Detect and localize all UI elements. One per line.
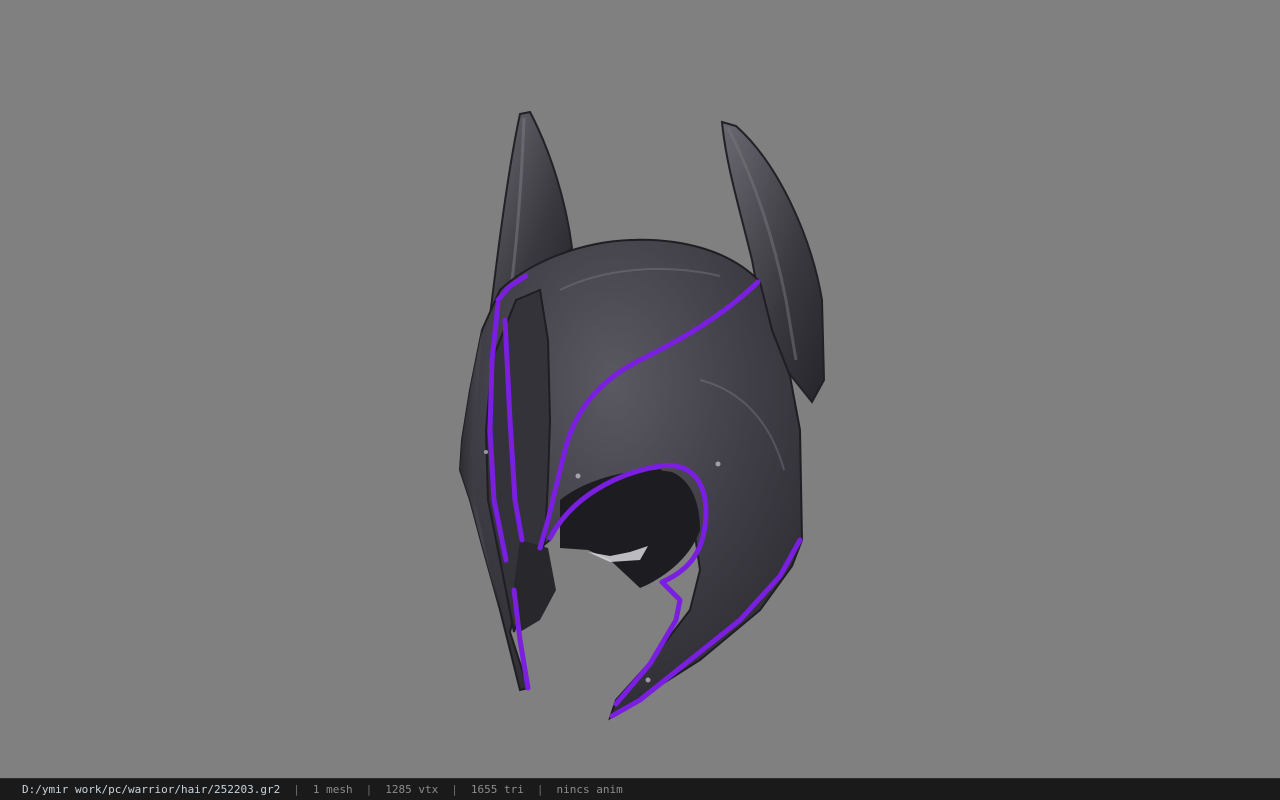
helmet-model-icon xyxy=(458,110,826,721)
status-separator: | xyxy=(365,783,373,796)
status-separator: | xyxy=(536,783,544,796)
status-bar: D:/ymir work/pc/warrior/hair/252203.gr2 … xyxy=(0,778,1280,800)
anim-status-label: nincs anim xyxy=(556,783,623,796)
status-separator: | xyxy=(451,783,458,796)
file-path-label: D:/ymir work/pc/warrior/hair/252203.gr2 xyxy=(22,783,281,796)
status-separator: | xyxy=(293,783,300,796)
model-viewport[interactable] xyxy=(0,0,1280,778)
triangle-count-label: 1655 tri xyxy=(470,783,524,796)
mesh-count-label: 1 mesh xyxy=(312,783,353,796)
vertex-count-label: 1285 vtx xyxy=(385,783,439,796)
